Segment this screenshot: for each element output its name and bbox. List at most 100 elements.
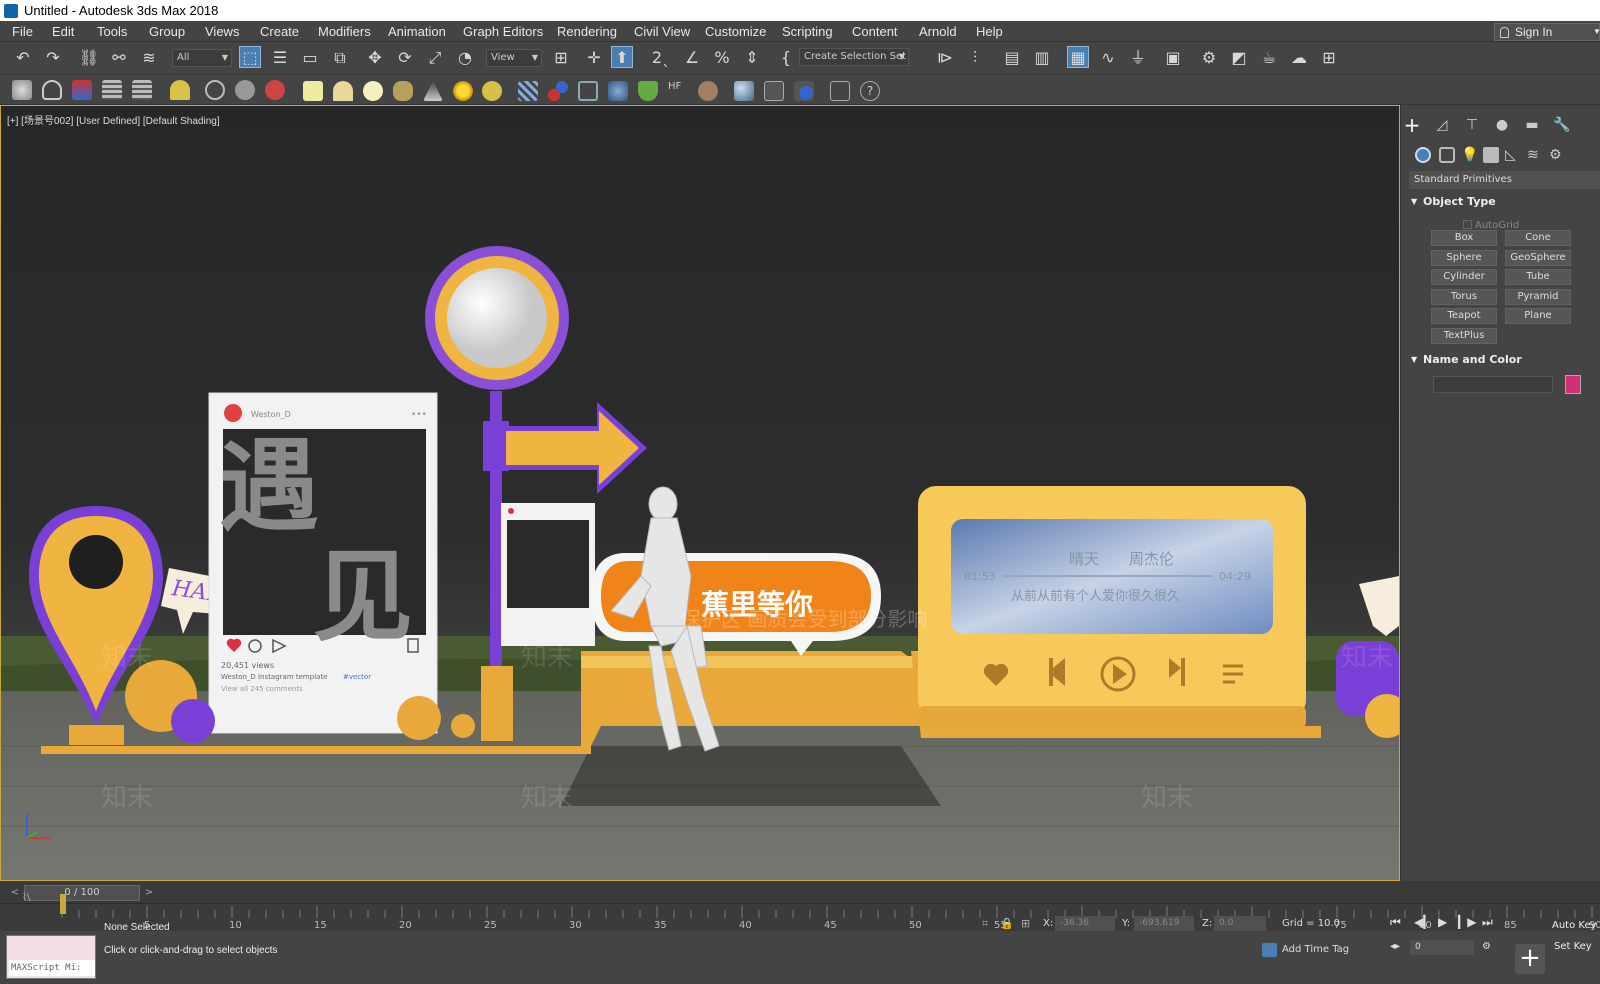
object-name-field[interactable] <box>1433 376 1553 393</box>
hierarchy-tab-icon[interactable]: ⊤ <box>1463 117 1481 133</box>
hdr-icon[interactable]: HF <box>668 81 688 101</box>
menu-animation[interactable]: Animation <box>388 24 446 39</box>
maxscript-listener[interactable]: MAXScript Mi: <box>6 935 96 979</box>
tube-button[interactable]: Tube <box>1505 269 1571 285</box>
time-tag-icon[interactable] <box>1262 943 1277 957</box>
snaps-toggle-icon[interactable]: 2ˎ <box>650 47 672 69</box>
schematic-view-icon[interactable]: ⏚ <box>1127 47 1149 69</box>
time-slider[interactable]: 0 / 100 <box>24 885 140 901</box>
align-icon[interactable]: ⫶ <box>964 47 986 69</box>
z-coordinate[interactable]: 0.0 <box>1214 916 1266 931</box>
selection-filter-dropdown[interactable]: All ▼ <box>172 49 232 67</box>
isolate-icon[interactable]: ⌗ <box>982 917 988 931</box>
display-tab-icon[interactable]: ▬ <box>1523 117 1541 133</box>
menu-create[interactable]: Create <box>260 24 299 39</box>
next-key-icon[interactable]: ▎▶ <box>1458 915 1476 929</box>
spinner-snap-icon[interactable]: ⇕ <box>741 47 763 69</box>
menu-rendering[interactable]: Rendering <box>557 24 617 39</box>
x-coordinate[interactable]: -36.36 <box>1055 916 1115 931</box>
bind-space-warp-icon[interactable]: ≋ <box>138 47 160 69</box>
menu-file[interactable]: File <box>12 24 33 39</box>
category-dropdown[interactable]: Standard Primitives <box>1409 171 1600 189</box>
menu-modifiers[interactable]: Modifiers <box>318 24 371 39</box>
menu-arnold[interactable]: Arnold <box>919 24 957 39</box>
add-time-tag[interactable]: Add Time Tag <box>1282 944 1349 955</box>
textplus-button[interactable]: TextPlus <box>1431 328 1497 344</box>
edit-named-selection-icon[interactable]: { <box>775 47 797 69</box>
menu-group[interactable]: Group <box>149 24 185 39</box>
plane-button[interactable]: Plane <box>1505 308 1571 324</box>
shapes-icon[interactable] <box>1439 147 1455 163</box>
render-setup-icon[interactable]: ⚙ <box>1198 47 1220 69</box>
name-and-color-rollout[interactable]: ▼ Name and Color <box>1407 351 1600 369</box>
curve-editor-mini-icon[interactable]: ⌇\ <box>22 892 30 903</box>
placement-icon[interactable]: ◔ <box>454 47 476 69</box>
cone-button[interactable]: Cone <box>1505 230 1571 246</box>
camera-icon[interactable] <box>205 80 225 100</box>
layer-explorer-icon[interactable]: ▥ <box>1031 47 1053 69</box>
percent-snap-icon[interactable]: % <box>711 47 733 69</box>
toggle-ribbon-icon[interactable]: ▦ <box>1067 46 1089 68</box>
modify-tab-icon[interactable]: ◿ <box>1433 117 1451 133</box>
scale-icon[interactable]: ⤢ <box>424 47 446 69</box>
scene-explorer-icon[interactable]: ▤ <box>1001 47 1023 69</box>
named-selection-set-dropdown[interactable]: Create Selection Set ▼ <box>799 48 909 66</box>
key-mode-icon[interactable]: ◂▸ <box>1390 941 1400 952</box>
cylinder-button[interactable]: Cylinder <box>1431 269 1497 285</box>
systems-icon[interactable]: ⚙ <box>1549 147 1565 163</box>
gear-icon[interactable] <box>608 81 628 101</box>
geometry-icon[interactable] <box>1415 147 1431 163</box>
go-to-end-icon[interactable]: ⏭ <box>1482 915 1493 930</box>
pyramid-button[interactable]: Pyramid <box>1505 289 1571 305</box>
lights-icon[interactable]: 💡 <box>1461 147 1478 163</box>
next-frame-icon[interactable]: > <box>142 885 156 901</box>
time-config-icon[interactable]: ⚙ <box>1482 941 1491 952</box>
set-key-button[interactable]: Set Key <box>1554 941 1592 952</box>
dome-light-icon[interactable] <box>333 81 353 101</box>
move-icon[interactable]: ✥ <box>364 47 386 69</box>
interactive-render-icon[interactable] <box>794 81 814 101</box>
plant-icon[interactable] <box>638 81 658 101</box>
object-type-rollout[interactable]: ▼ Object Type <box>1407 193 1600 211</box>
table-icon[interactable] <box>132 80 152 100</box>
material-editor-icon[interactable]: ▣ <box>1162 47 1184 69</box>
redo-icon[interactable]: ↷ <box>42 47 64 69</box>
torus-button[interactable]: Torus <box>1431 289 1497 305</box>
rotate-icon[interactable]: ⟳ <box>394 47 416 69</box>
sphere-button[interactable]: Sphere <box>1431 250 1497 266</box>
rectangular-selection-icon[interactable]: ▭ <box>299 47 321 69</box>
menu-help[interactable]: Help <box>976 24 1003 39</box>
sun-icon[interactable] <box>453 81 473 101</box>
mesh-light-icon[interactable] <box>393 81 413 101</box>
light-bulb-icon[interactable] <box>170 80 190 100</box>
angle-snap-icon[interactable]: ∠ <box>681 47 703 69</box>
menu-customize[interactable]: Customize <box>705 24 766 39</box>
space-warps-icon[interactable]: ≋ <box>1527 147 1543 163</box>
mirror-icon[interactable]: ⧐ <box>934 47 956 69</box>
sphere-light-icon[interactable] <box>363 81 383 101</box>
menu-scripting[interactable]: Scripting <box>782 24 833 39</box>
play-icon[interactable]: ▶ <box>1438 915 1447 929</box>
cameras-icon[interactable] <box>1483 147 1499 163</box>
menu-tools[interactable]: Tools <box>97 24 127 39</box>
fur-icon[interactable] <box>548 81 568 101</box>
lock-icon[interactable]: 🔒 <box>1000 917 1014 930</box>
object-color-swatch[interactable] <box>1565 375 1581 394</box>
render-icon[interactable] <box>764 81 784 101</box>
reference-coordinate-dropdown[interactable]: View ▼ <box>486 49 542 67</box>
previous-key-icon[interactable]: ◀▎ <box>1414 915 1432 929</box>
cloud-shape-icon[interactable] <box>42 80 62 100</box>
layer-icon[interactable] <box>830 81 850 101</box>
menu-edit[interactable]: Edit <box>52 24 74 39</box>
pivot-center-icon[interactable]: ⊞ <box>550 47 572 69</box>
help-icon[interactable]: ? <box>860 81 880 101</box>
teapot-icon[interactable] <box>12 80 32 100</box>
menu-civil-view[interactable]: Civil View <box>634 24 690 39</box>
set-key-plus-button[interactable]: + <box>1515 944 1545 974</box>
box-button[interactable]: Box <box>1431 230 1497 246</box>
render-region-icon[interactable]: ⊞ <box>1318 47 1340 69</box>
texture-icon[interactable] <box>698 81 718 101</box>
curve-editor-icon[interactable]: ∿ <box>1097 47 1119 69</box>
window-crossing-icon[interactable]: ⧉ <box>329 47 351 69</box>
menu-views[interactable]: Views <box>205 24 239 39</box>
